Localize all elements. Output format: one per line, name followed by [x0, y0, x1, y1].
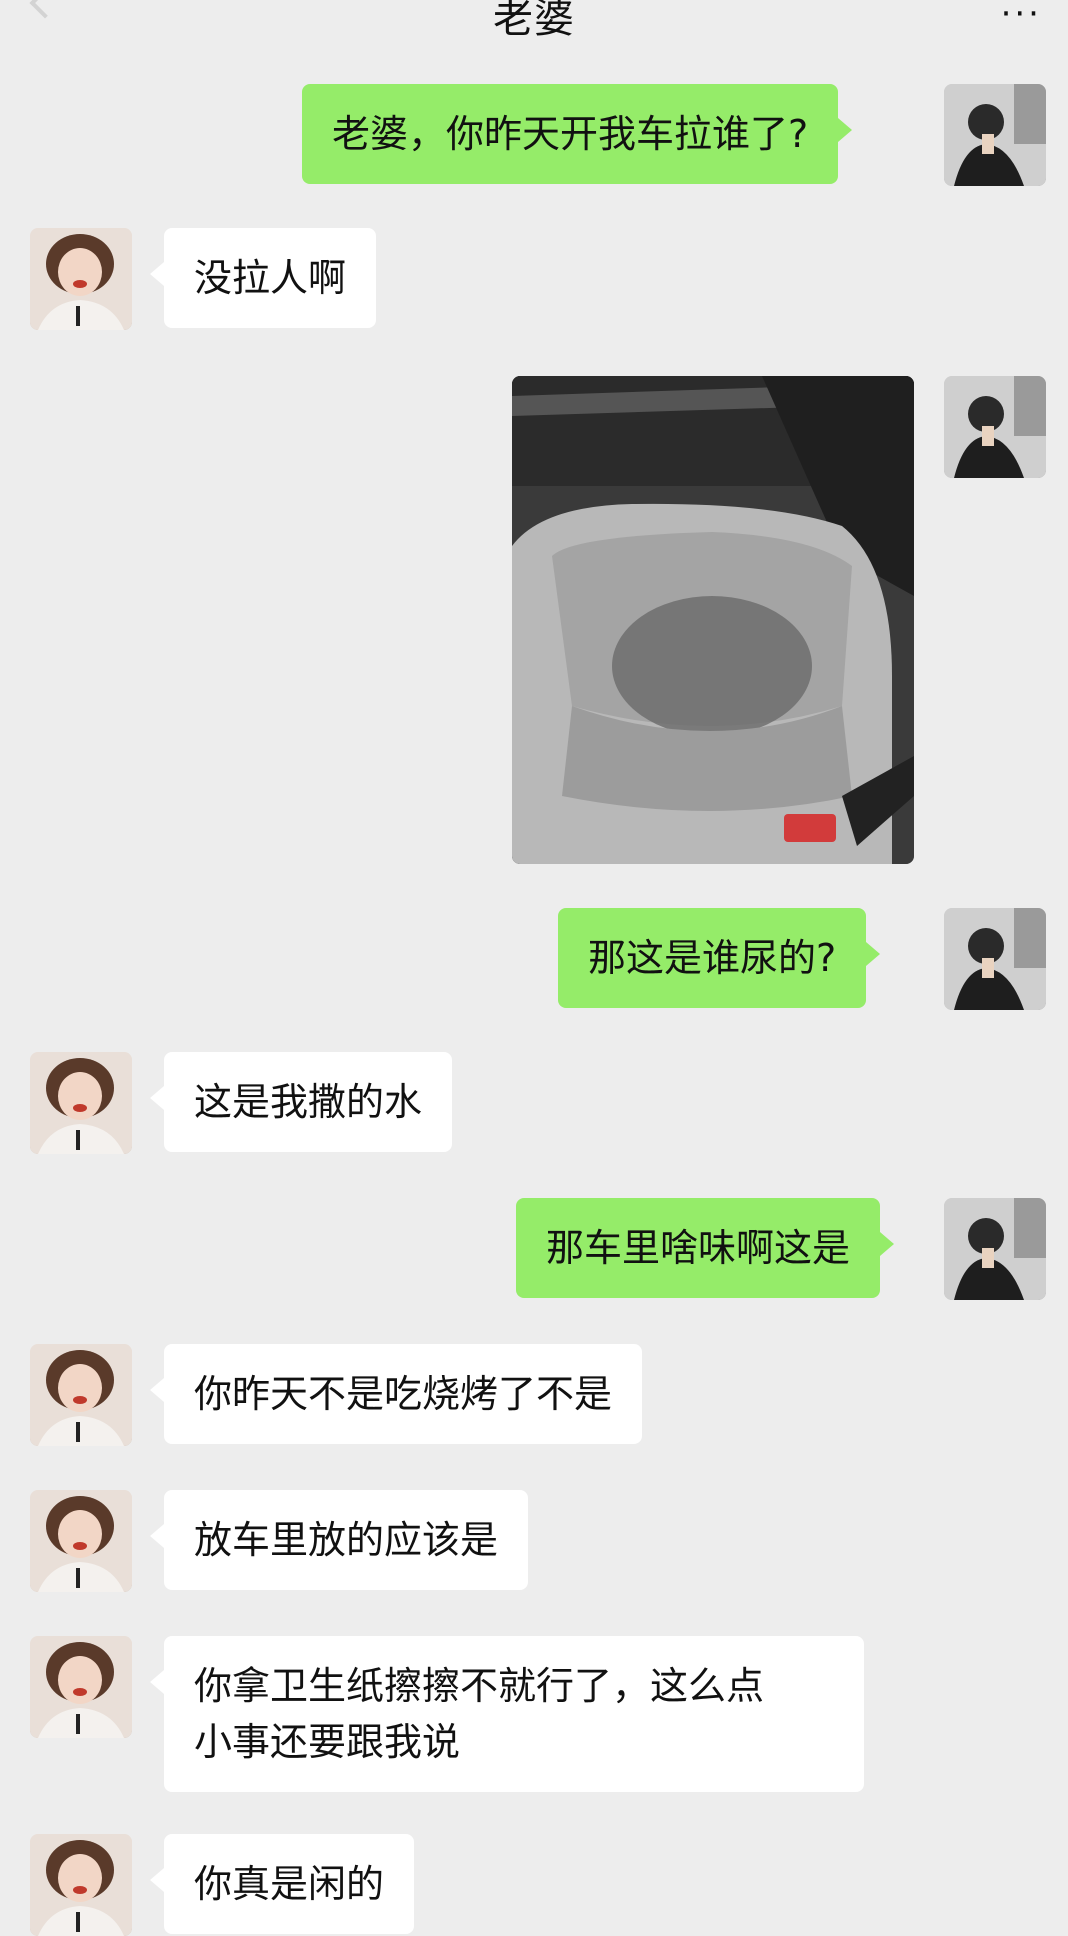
message-bubble-incoming[interactable]: 这是我撒的水 [149, 1052, 453, 1152]
car-seat-photo[interactable] [512, 376, 914, 864]
contact-avatar[interactable] [30, 1490, 132, 1592]
message-bubble-outgoing[interactable]: 那这是谁尿的? [558, 908, 881, 1008]
chat-title: 老婆 [493, 0, 575, 42]
contact-avatar[interactable] [30, 1052, 132, 1154]
more-options-button[interactable]: ··· [1001, 0, 1042, 34]
message-bubble-incoming[interactable]: 放车里放的应该是 [149, 1490, 529, 1590]
message-bubble-incoming[interactable]: 你拿卫生纸擦擦不就行了，这么点 小事还要跟我说 [150, 1636, 864, 1792]
message-bubble-incoming[interactable]: 你真是闲的 [149, 1834, 415, 1934]
my-avatar[interactable] [944, 1198, 1046, 1300]
my-avatar[interactable] [944, 908, 1046, 1010]
contact-avatar[interactable] [30, 1834, 132, 1936]
my-avatar[interactable] [944, 376, 1046, 478]
my-avatar[interactable] [944, 84, 1046, 186]
contact-avatar[interactable] [30, 1344, 132, 1446]
chat-header: 老婆 ··· [0, 0, 1068, 42]
message-bubble-incoming[interactable]: 你昨天不是吃烧烤了不是 [149, 1344, 643, 1444]
message-bubble-outgoing[interactable]: 老婆，你昨天开我车拉谁了? [302, 84, 853, 184]
contact-avatar[interactable] [30, 1636, 132, 1738]
contact-avatar[interactable] [30, 228, 132, 330]
message-bubble-outgoing[interactable]: 那车里啥味啊这是 [516, 1198, 895, 1298]
message-bubble-incoming[interactable]: 没拉人啊 [149, 228, 377, 328]
